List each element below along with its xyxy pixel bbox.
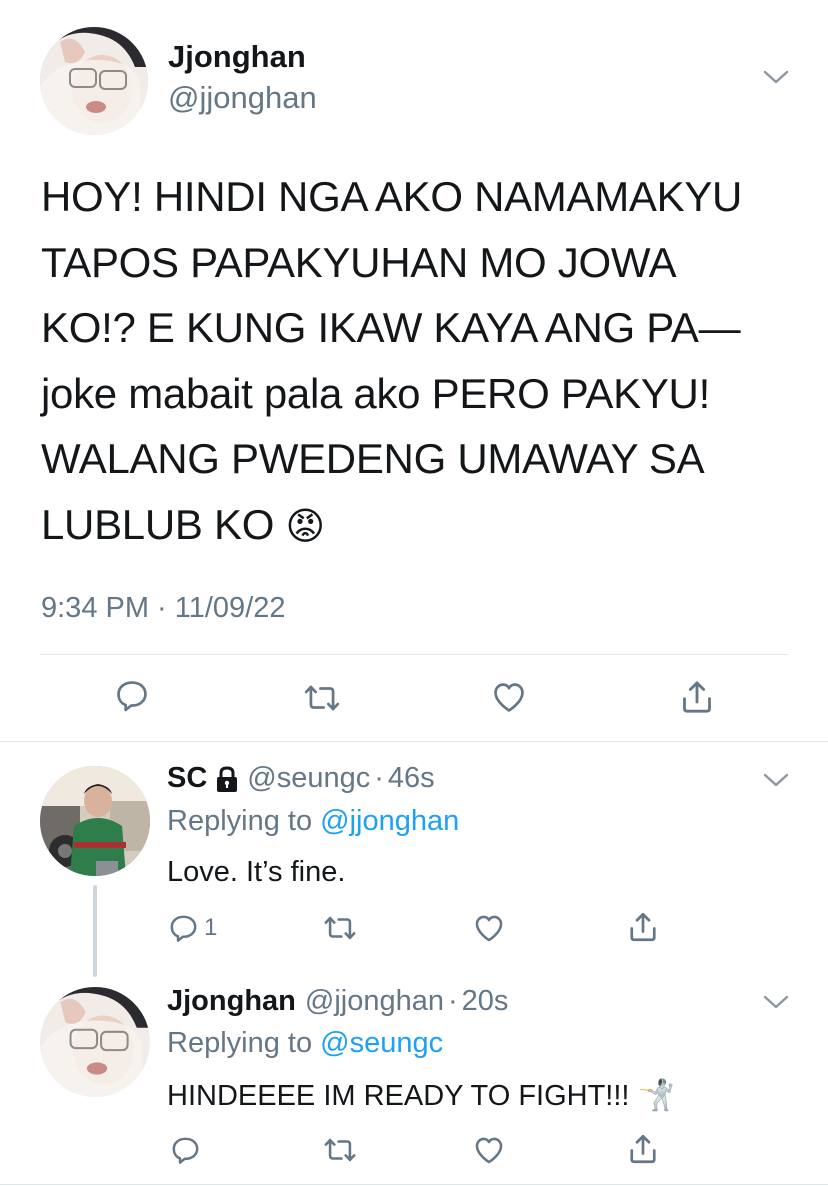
tweet-text-line: TAPOS PAPAKYUHAN MO JOWA (41, 238, 677, 286)
reply-icon[interactable] (112, 676, 152, 716)
reply-time[interactable]: 46s (388, 762, 435, 795)
reply-text: HINDEEEE IM READY TO FIGHT!!! (167, 1080, 630, 1112)
lock-icon (217, 765, 238, 792)
reply-text: Love. It’s fine. (167, 856, 346, 888)
reply-author-handle[interactable]: @seungc (247, 762, 370, 795)
tweet-text-line: HOY! HINDI NGA AKO NAMAMAKYU (41, 173, 743, 220)
reply-author-avatar[interactable] (40, 766, 150, 876)
chevron-down-icon[interactable] (763, 772, 789, 788)
author-avatar[interactable] (40, 27, 148, 135)
reply-text-line: HINDEEEE IM READY TO FIGHT!!! 🤺 (167, 1078, 675, 1113)
retweet-icon[interactable] (320, 1132, 360, 1168)
author-handle[interactable]: @jjonghan (168, 80, 317, 116)
reply-author-avatar[interactable] (40, 987, 150, 1097)
angry-face-emoji: 😡 (285, 505, 325, 548)
tweet-text-line: WALANG PWEDENG UMAWAY SA (41, 435, 705, 482)
bottom-divider (0, 1184, 828, 1185)
divider (40, 654, 788, 655)
tweet-text-last: LUBLUB KO (41, 500, 275, 548)
like-icon[interactable] (470, 1132, 508, 1168)
chevron-down-icon[interactable] (763, 994, 789, 1010)
dot-separator: · (448, 985, 458, 1017)
reply-author-name[interactable]: Jjonghan (167, 985, 296, 1018)
retweet-icon[interactable] (320, 910, 360, 946)
reply-icon[interactable] (167, 1132, 203, 1168)
reply-action[interactable]: 1 (167, 910, 217, 946)
share-icon[interactable] (676, 676, 718, 718)
like-icon[interactable] (488, 677, 530, 717)
fencer-emoji: 🤺 (637, 1079, 675, 1112)
share-icon[interactable] (624, 1130, 662, 1168)
tweet-text: HOY! HINDI NGA AKO NAMAMAKYU TAPOS PAPAK… (41, 164, 801, 560)
section-divider (0, 741, 828, 742)
reply-header: SC @seungc · 46s (167, 762, 435, 795)
replying-to-line: Replying to @jjonghan (167, 805, 459, 838)
tweet-timestamp[interactable]: 9:34 PM · 11/09/22 (41, 592, 286, 625)
replying-to-handle[interactable]: @jjonghan (320, 805, 459, 837)
reply-icon[interactable] (167, 912, 200, 945)
reply-author-handle[interactable]: @jjonghan (305, 985, 444, 1018)
tweet-text-line: LUBLUB KO 😡 (41, 492, 801, 561)
reply-count: 1 (204, 914, 218, 941)
avatar-photo (40, 27, 148, 135)
avatar-photo (40, 766, 150, 876)
reply-author-name[interactable]: SC (167, 762, 207, 795)
retweet-icon[interactable] (300, 678, 344, 718)
dot-separator: · (374, 762, 384, 794)
replying-to-label: Replying to (167, 805, 313, 837)
chevron-down-icon[interactable] (763, 69, 789, 85)
replying-to-line: Replying to @seungc (167, 1027, 443, 1060)
tweet-text-line: KO!? E KUNG IKAW KAYA ANG PA— (41, 304, 741, 351)
author-name[interactable]: Jjonghan (168, 39, 306, 75)
avatar-photo (40, 987, 150, 1097)
reply-header: Jjonghan @jjonghan · 20s (167, 985, 508, 1018)
replying-to-label: Replying to (167, 1027, 313, 1059)
replying-to-handle[interactable]: @seungc (320, 1027, 443, 1059)
reply-time[interactable]: 20s (462, 985, 509, 1018)
tweet-text-line: joke mabait pala ako PERO PAKYU! (41, 369, 710, 417)
like-icon[interactable] (470, 910, 508, 946)
thread-connector-line (93, 885, 97, 977)
share-icon[interactable] (624, 908, 662, 946)
